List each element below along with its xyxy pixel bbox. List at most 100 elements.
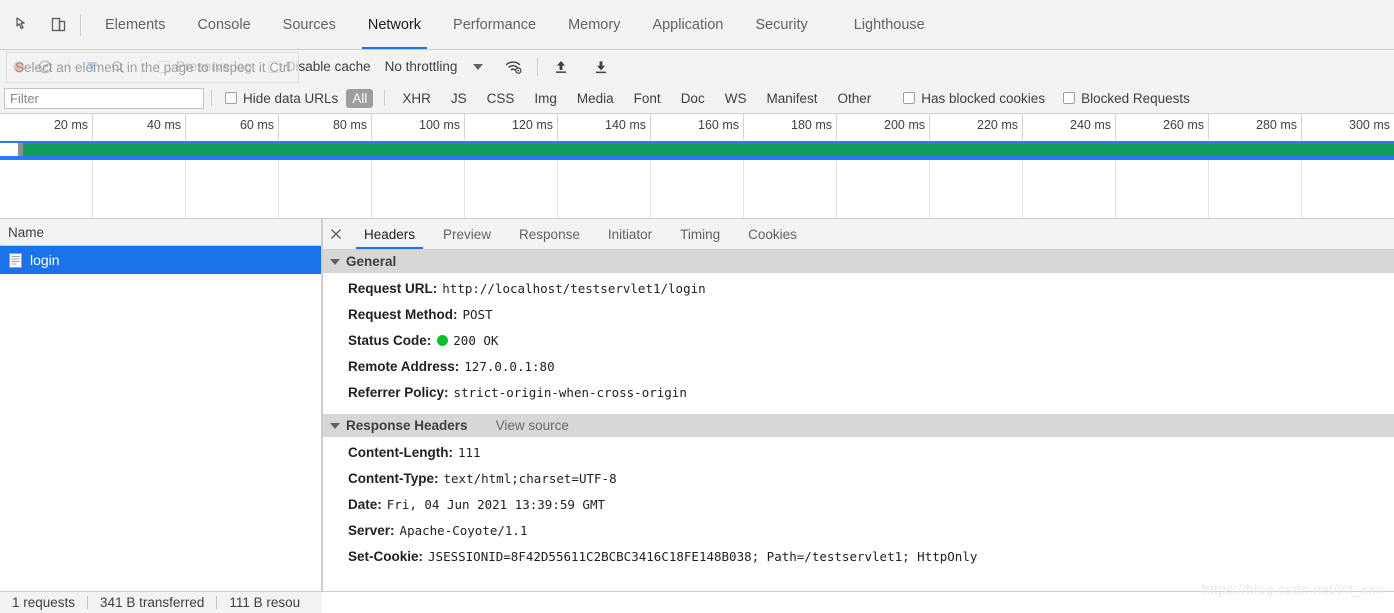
checkbox-box <box>158 60 170 73</box>
ruler-tick-label: 80 ms <box>332 118 367 132</box>
inspect-cursor-icon[interactable] <box>8 11 36 39</box>
kv-row-server: Server: Apache-Coyote/1.1 <box>322 522 1394 548</box>
tab-sources[interactable]: Sources <box>267 0 352 49</box>
ruler-tick: 60 ms <box>186 114 279 139</box>
tab-security[interactable]: Security <box>739 0 823 49</box>
type-filter-xhr[interactable]: XHR <box>396 89 437 108</box>
tab-lighthouse[interactable]: Lighthouse <box>838 0 941 49</box>
checkbox-box <box>903 92 916 104</box>
tabbar-divider <box>80 13 81 36</box>
tab-label: Network <box>367 16 422 33</box>
kv-value: text/html;charset=UTF-8 <box>443 471 617 486</box>
ruler-tick-label: 240 ms <box>1070 118 1111 132</box>
close-x-icon[interactable] <box>322 219 350 249</box>
type-filter-manifest[interactable]: Manifest <box>760 89 823 108</box>
blocked-requests-label: Blocked Requests <box>1081 90 1190 106</box>
ruler-tick-label: 260 ms <box>1163 118 1204 132</box>
status-transferred: 341 B transferred <box>100 595 205 610</box>
disable-cache-checkbox[interactable]: Disable cache <box>267 59 371 74</box>
ruler-tick-label: 220 ms <box>977 118 1018 132</box>
tab-console[interactable]: Console <box>181 0 266 49</box>
kv-row-referrer-policy: Referrer Policy: strict-origin-when-cros… <box>322 384 1394 410</box>
type-filter-doc[interactable]: Doc <box>675 89 711 108</box>
ruler-tick-label: 300 ms <box>1349 118 1390 132</box>
tab-label: Console <box>197 16 251 33</box>
kv-key: Referrer Policy: <box>348 385 449 400</box>
kv-value: strict-origin-when-cross-origin <box>453 385 687 400</box>
overview-loadtime-line-bottom <box>0 156 1394 160</box>
toolbar-divider-1 <box>68 57 69 76</box>
network-lower-split: Name login Headers Preview Response Init… <box>0 219 1394 591</box>
request-detail-panel: Headers Preview Response Initiator Timin… <box>322 219 1394 591</box>
kv-value: POST <box>462 307 493 322</box>
record-stop-icon[interactable] <box>6 54 32 80</box>
tab-application[interactable]: Application <box>636 0 739 49</box>
tab-network[interactable]: Network <box>352 0 437 49</box>
triangle-down-icon <box>330 422 340 429</box>
throttling-select[interactable]: No throttling <box>385 59 458 74</box>
response-headers-kv-list: Content-Length: 111 Content-Type: text/h… <box>322 437 1394 578</box>
detail-tab-headers[interactable]: Headers <box>350 219 429 249</box>
section-header-response-headers[interactable]: Response Headers View source <box>322 414 1394 437</box>
type-filter-media[interactable]: Media <box>571 89 620 108</box>
kv-value: Apache-Coyote/1.1 <box>399 523 528 538</box>
kv-row-content-length: Content-Length: 111 <box>322 444 1394 470</box>
chevron-down-icon[interactable] <box>473 63 484 70</box>
section-header-general[interactable]: General <box>322 250 1394 273</box>
ruler-tick: 260 ms <box>1116 114 1209 139</box>
type-filter-css[interactable]: CSS <box>481 89 521 108</box>
filter-input[interactable] <box>4 87 204 109</box>
import-har-arrow-up-icon[interactable] <box>548 54 574 80</box>
timeline-ruler: 20 ms 40 ms 60 ms 80 ms 100 ms 120 ms 14… <box>0 114 1394 139</box>
network-conditions-wifi-icon[interactable] <box>501 54 527 80</box>
kv-row-status-code: Status Code: 200 OK <box>322 332 1394 358</box>
detail-tab-preview[interactable]: Preview <box>429 219 505 249</box>
ruler-tick: 120 ms <box>465 114 558 139</box>
detail-tab-response[interactable]: Response <box>505 219 594 249</box>
detail-tab-timing[interactable]: Timing <box>666 219 734 249</box>
tab-memory[interactable]: Memory <box>552 0 636 49</box>
tab-performance[interactable]: Performance <box>437 0 552 49</box>
ruler-tick: 220 ms <box>930 114 1023 139</box>
general-kv-list: Request URL: http://localhost/testservle… <box>322 273 1394 414</box>
type-filter-font[interactable]: Font <box>628 89 667 108</box>
ruler-tick: 160 ms <box>651 114 744 139</box>
filter-funnel-icon[interactable] <box>79 54 105 80</box>
view-source-link[interactable]: View source <box>496 418 569 433</box>
type-filter-other[interactable]: Other <box>831 89 877 108</box>
ruler-tick: 280 ms <box>1209 114 1302 139</box>
type-filter-label: Font <box>633 90 661 106</box>
ruler-tick-label: 60 ms <box>239 118 274 132</box>
type-filter-js[interactable]: JS <box>445 89 473 108</box>
tab-label: Sources <box>282 16 336 33</box>
hide-data-urls-checkbox[interactable]: Hide data URLs <box>225 91 338 106</box>
detail-tab-cookies[interactable]: Cookies <box>734 219 811 249</box>
panel-divider[interactable] <box>322 219 323 591</box>
blocked-requests-checkbox[interactable]: Blocked Requests <box>1063 91 1190 106</box>
kv-value: 127.0.0.1:80 <box>464 359 555 374</box>
type-filter-all[interactable]: All <box>346 88 374 108</box>
preserve-log-checkbox[interactable]: Preserve log <box>158 59 252 74</box>
preserve-log-label: Preserve log <box>176 59 252 74</box>
device-toolbar-icon[interactable] <box>44 11 72 39</box>
table-row[interactable]: login <box>0 246 321 274</box>
type-filter-label: Img <box>534 90 557 106</box>
type-filter-label: JS <box>450 90 467 106</box>
document-file-icon <box>8 252 22 268</box>
kv-row-date: Date: Fri, 04 Jun 2021 13:39:59 GMT <box>322 496 1394 522</box>
detail-tab-initiator[interactable]: Initiator <box>594 219 666 249</box>
has-blocked-cookies-checkbox[interactable]: Has blocked cookies <box>903 91 1045 106</box>
type-filter-label: Media <box>576 90 614 106</box>
type-filter-label: Doc <box>680 90 705 106</box>
export-har-arrow-down-icon[interactable] <box>588 54 614 80</box>
type-filter-img[interactable]: Img <box>528 89 563 108</box>
tab-elements[interactable]: Elements <box>89 0 181 49</box>
kv-key: Remote Address: <box>348 359 460 374</box>
kv-value: JSESSIONID=8F42D55611C2BCBC3416C18FE148B… <box>428 549 978 564</box>
kv-row-set-cookie: Set-Cookie: JSESSIONID=8F42D55611C2BCBC3… <box>322 548 1394 574</box>
clear-no-entry-icon[interactable] <box>32 54 58 80</box>
ruler-tick-label: 140 ms <box>605 118 646 132</box>
network-overview[interactable]: 20 ms 40 ms 60 ms 80 ms 100 ms 120 ms 14… <box>0 114 1394 219</box>
search-magnifier-icon[interactable] <box>105 54 131 80</box>
type-filter-ws[interactable]: WS <box>719 89 753 108</box>
